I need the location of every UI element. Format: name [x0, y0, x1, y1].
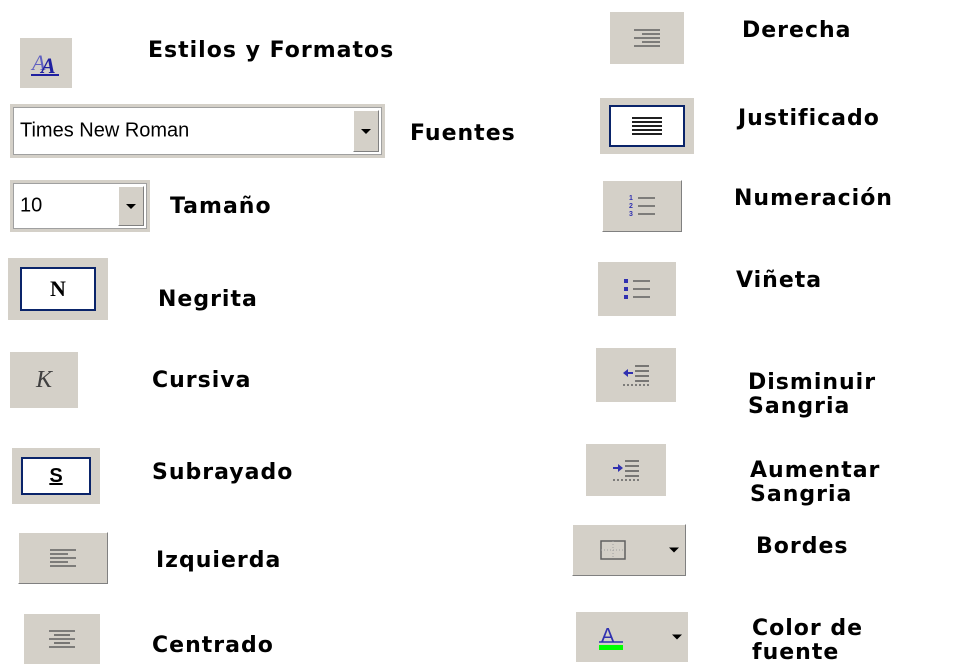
svg-text:1: 1: [629, 195, 633, 202]
borders-label: Bordes: [756, 534, 849, 559]
svg-text:3: 3: [629, 211, 633, 218]
increase-indent-icon: [613, 460, 639, 481]
justify-label: Justificado: [738, 106, 880, 131]
underline-button[interactable]: S: [12, 448, 100, 504]
font-name-combo[interactable]: Times New Roman: [10, 104, 385, 158]
bullet-list-icon: [624, 279, 650, 299]
bold-label: Negrita: [158, 287, 258, 312]
increase-indent-label-line2: Sangria: [750, 482, 853, 507]
align-left-icon: [50, 549, 76, 567]
size-label: Tamaño: [170, 194, 272, 219]
fonts-label: Fuentes: [410, 121, 516, 146]
increase-indent-button[interactable]: [586, 444, 666, 496]
styles-format-icon: A A: [30, 50, 59, 78]
align-left-button[interactable]: [18, 532, 108, 584]
size-dropdown-button[interactable]: [118, 186, 144, 226]
increase-indent-label-line1: Aumentar: [750, 458, 881, 483]
decrease-indent-label-line2: Sangria: [748, 394, 851, 419]
font-color-label-line2: fuente: [752, 640, 840, 665]
decrease-indent-button[interactable]: [596, 348, 676, 402]
svg-text:A: A: [601, 625, 615, 647]
chevron-down-icon[interactable]: [669, 547, 679, 553]
italic-button[interactable]: K: [10, 352, 78, 408]
numbering-button[interactable]: 123: [602, 180, 682, 232]
decrease-indent-label-line1: Disminuir: [748, 370, 877, 395]
borders-button[interactable]: [572, 524, 686, 576]
font-color-button[interactable]: A: [576, 612, 688, 662]
font-color-icon: A: [599, 625, 623, 650]
underline-icon: S: [49, 464, 63, 487]
bullets-label: Viñeta: [736, 268, 823, 293]
font-size-combo[interactable]: 10: [10, 180, 150, 232]
align-right-button[interactable]: [610, 12, 684, 64]
bold-icon: N: [50, 276, 66, 301]
styles-and-formatting-button[interactable]: A A: [20, 38, 72, 88]
chevron-down-icon: [361, 128, 371, 134]
svg-text:2: 2: [629, 203, 633, 210]
justify-button[interactable]: [600, 98, 694, 154]
align-right-label: Derecha: [742, 18, 852, 43]
numbering-label: Numeración: [734, 186, 893, 211]
numbered-list-icon: 123: [629, 195, 655, 218]
font-name-value: Times New Roman: [20, 119, 190, 142]
bold-button[interactable]: N: [8, 258, 108, 320]
chevron-down-icon: [126, 203, 136, 209]
align-center-icon: [49, 630, 75, 648]
align-left-label: Izquierda: [156, 548, 282, 573]
font-dropdown-button[interactable]: [353, 110, 379, 152]
underline-label: Subrayado: [152, 460, 294, 485]
font-color-label-line1: Color de: [752, 616, 864, 641]
italic-label: Cursiva: [152, 368, 252, 393]
borders-icon: [600, 540, 626, 560]
align-right-icon: [634, 29, 660, 47]
styles-label: Estilos y Formatos: [148, 38, 395, 63]
font-size-value: 10: [20, 194, 43, 217]
align-center-button[interactable]: [24, 614, 100, 664]
chevron-down-icon[interactable]: [672, 634, 682, 640]
justify-icon: [632, 117, 662, 135]
decrease-indent-icon: [623, 365, 649, 386]
italic-icon: K: [35, 366, 52, 393]
bullets-button[interactable]: [598, 262, 676, 316]
align-center-label: Centrado: [152, 633, 274, 658]
